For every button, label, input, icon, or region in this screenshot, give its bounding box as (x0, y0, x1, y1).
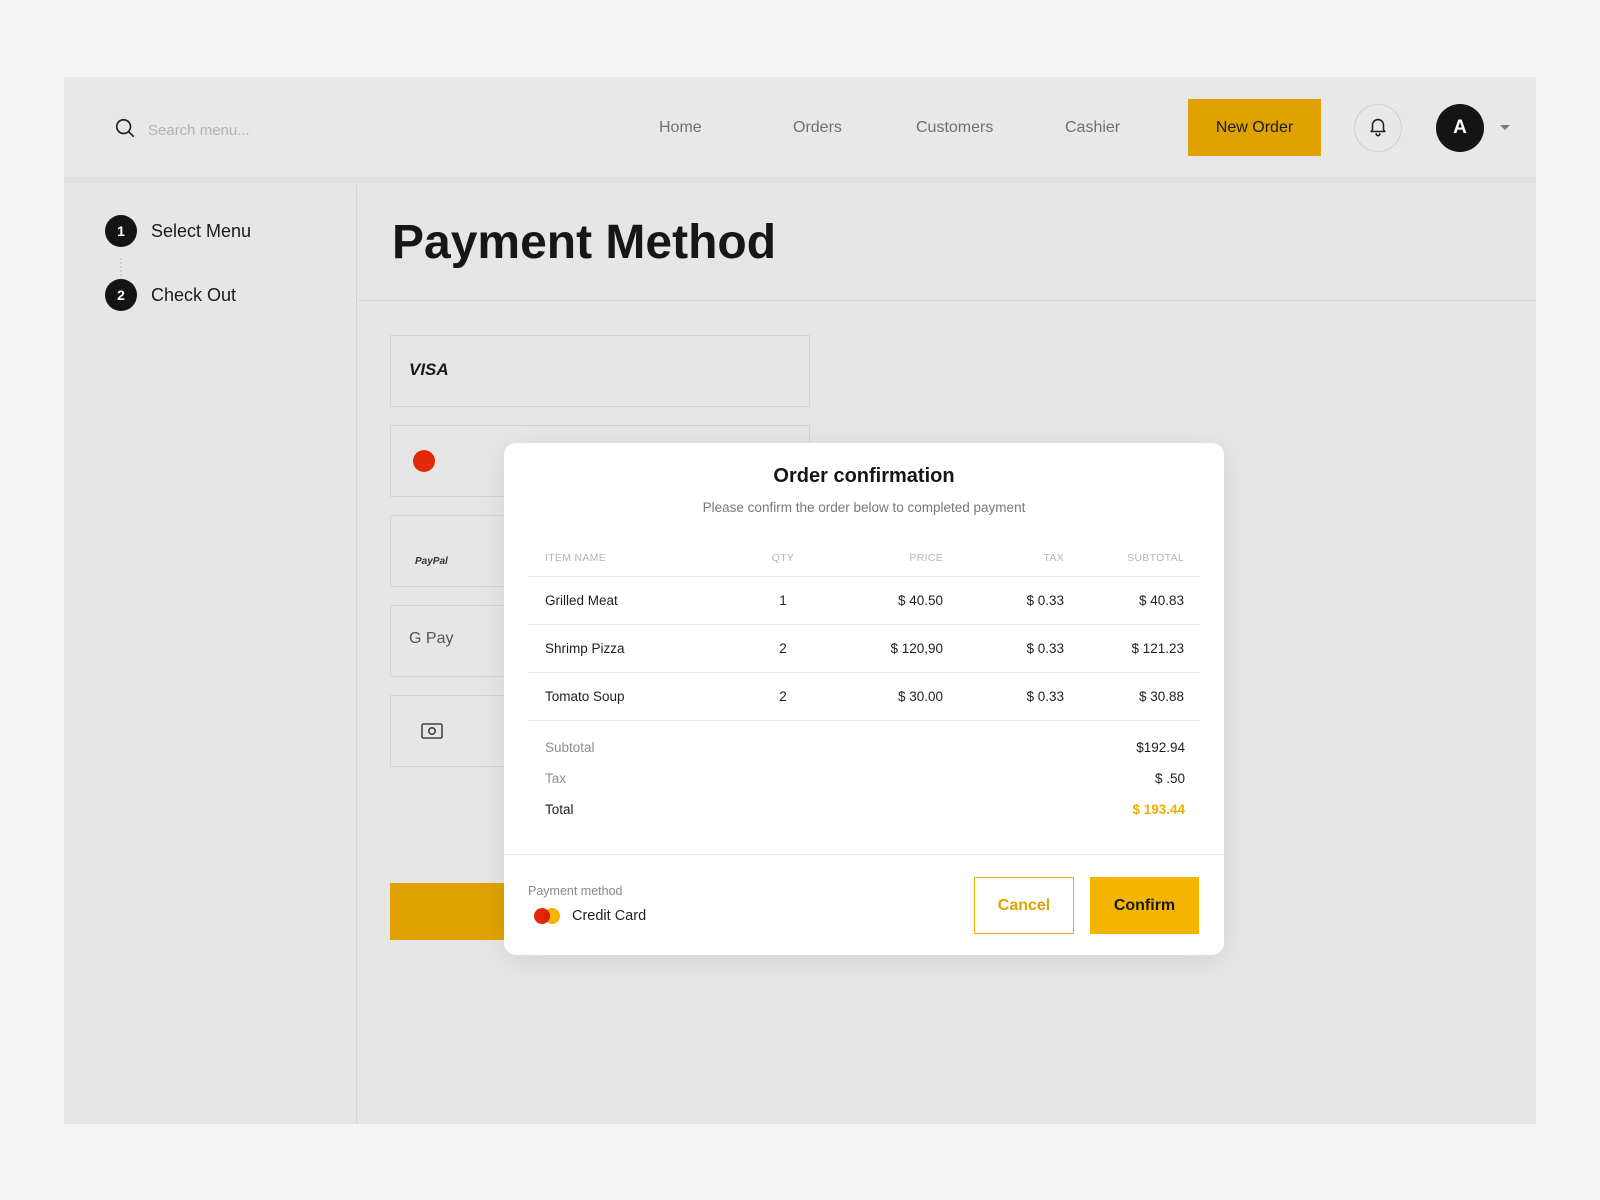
search-bar (114, 115, 388, 145)
step-label: Check Out (151, 284, 237, 305)
column-header: ITEM NAME (545, 551, 607, 564)
item-qty: 1 (779, 593, 787, 608)
item-price: $ 40.50 (897, 593, 943, 608)
avatar[interactable]: A (1436, 104, 1484, 152)
step-label: Select Menu (151, 220, 252, 241)
column-header: TAX (1043, 551, 1064, 564)
mastercard-logo (413, 450, 447, 472)
summary-total: Total $ 193.44 (545, 802, 1185, 833)
item-name: Shrimp Pizza (545, 641, 625, 656)
modal-subtitle: Please confirm the order below to comple… (702, 500, 1026, 515)
confirm-button[interactable]: Confirm (1090, 877, 1199, 934)
item-tax: $ 0.33 (1026, 641, 1064, 656)
order-table: ITEM NAME QTY PRICE TAX SUBTOTAL Grilled… (528, 539, 1200, 721)
item-tax: $ 0.33 (1026, 689, 1064, 704)
total-value: $ 193.44 (1132, 802, 1185, 817)
app-window: Home Orders Customers Cashier New Order … (64, 77, 1536, 1124)
order-confirmation-modal: Order confirmation Please confirm the or… (504, 443, 1224, 955)
item-qty: 2 (779, 641, 787, 656)
item-subtotal: $ 30.88 (1138, 689, 1184, 704)
item-name: Tomato Soup (545, 689, 625, 704)
item-subtotal: $ 40.83 (1138, 593, 1184, 608)
chevron-down-icon[interactable] (1500, 125, 1510, 130)
item-price: $ 120,90 (890, 641, 943, 656)
column-header: SUBTOTAL (1127, 551, 1184, 564)
paypal-logo: PayPal (415, 556, 448, 567)
item-name: Grilled Meat (545, 593, 618, 608)
visa-logo: VISA (409, 360, 449, 379)
nav-customers[interactable]: Customers (916, 119, 993, 137)
divider (358, 300, 1536, 301)
table-header: ITEM NAME QTY PRICE TAX SUBTOTAL (528, 539, 1200, 577)
nav-cashier[interactable]: Cashier (1065, 119, 1120, 137)
summary-value: $192.94 (1136, 740, 1185, 755)
table-row: Grilled Meat 1 $ 40.50 $ 0.33 $ 40.83 (528, 577, 1200, 625)
order-summary: Subtotal $192.94 Tax $ .50 Total $ 193.4… (545, 740, 1185, 833)
bell-icon (1367, 115, 1389, 142)
column-header: PRICE (909, 551, 943, 564)
cancel-button[interactable]: Cancel (974, 877, 1074, 934)
summary-value: $ .50 (1154, 771, 1185, 786)
item-qty: 2 (779, 689, 787, 704)
payment-method-value: Credit Card (534, 908, 646, 924)
new-order-button[interactable]: New Order (1188, 99, 1321, 156)
step-number: 1 (105, 215, 137, 247)
summary-label: Tax (545, 771, 567, 786)
table-row: Shrimp Pizza 2 $ 120,90 $ 0.33 $ 121.23 (528, 625, 1200, 673)
summary-subtotal: Subtotal $192.94 (545, 740, 1185, 771)
table-row: Tomato Soup 2 $ 30.00 $ 0.33 $ 30.88 (528, 673, 1200, 721)
item-tax: $ 0.33 (1026, 593, 1064, 608)
mastercard-icon (534, 908, 562, 924)
payment-method-text: Credit Card (572, 908, 647, 924)
cash-icon (421, 722, 443, 745)
search-input[interactable] (148, 121, 388, 139)
item-price: $ 30.00 (897, 689, 943, 704)
divider (504, 854, 1224, 855)
nav-home[interactable]: Home (659, 119, 702, 137)
column-header: QTY (771, 551, 795, 564)
summary-tax: Tax $ .50 (545, 771, 1185, 802)
top-bar: Home Orders Customers Cashier New Order … (64, 77, 1536, 183)
modal-title: Order confirmation (773, 465, 955, 487)
step-select-menu[interactable]: 1 Select Menu (105, 215, 251, 247)
payment-method-label: Payment method (528, 884, 623, 898)
summary-label: Total (545, 802, 574, 817)
search-icon (114, 117, 136, 144)
notification-button[interactable] (1354, 104, 1402, 152)
summary-label: Subtotal (545, 740, 595, 755)
page-title: Payment Method (392, 216, 777, 269)
item-subtotal: $ 121.23 (1131, 641, 1184, 656)
nav-orders[interactable]: Orders (793, 119, 842, 137)
payment-option-visa[interactable]: VISA (390, 335, 810, 407)
google-pay-logo: G Pay (409, 630, 454, 647)
sidebar: 1 Select Menu 2 Check Out (64, 185, 357, 1124)
step-check-out[interactable]: 2 Check Out (105, 279, 236, 311)
step-number: 2 (105, 279, 137, 311)
